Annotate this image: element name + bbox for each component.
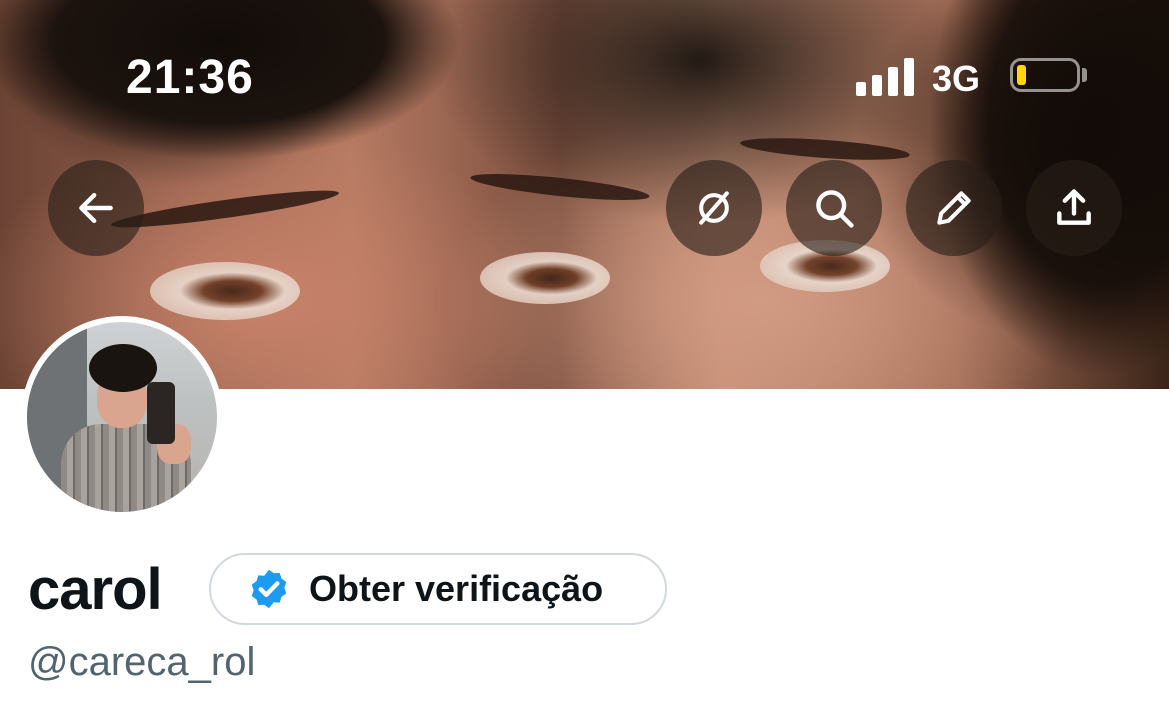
battery-icon (1010, 58, 1080, 92)
search-button[interactable] (786, 160, 882, 256)
search-icon (816, 190, 854, 228)
banner-eye-center (480, 252, 610, 304)
share-icon (1057, 189, 1091, 225)
username-handle: @careca_rol (28, 640, 256, 684)
profile-avatar[interactable] (21, 316, 223, 518)
cellular-signal-icon (856, 58, 916, 96)
back-arrow-icon (79, 192, 113, 224)
banner-eye-left (150, 262, 300, 320)
get-verified-label: Obter verificação (309, 568, 604, 609)
banner-brow-left (109, 184, 341, 234)
share-button[interactable] (1026, 160, 1122, 256)
banner-brow-center (469, 168, 651, 206)
verified-badge-icon (251, 569, 287, 609)
edit-button[interactable] (906, 160, 1002, 256)
grok-icon (699, 191, 729, 225)
battery-cap (1082, 68, 1087, 82)
status-time: 21:36 (126, 51, 254, 104)
get-verified-button[interactable]: Obter verificação (209, 553, 667, 625)
avatar-photo (27, 322, 217, 512)
profile-screen: 21:36 3G carol Obter verificação @careca… (0, 0, 1169, 717)
battery-level (1017, 65, 1026, 85)
pencil-icon (937, 191, 971, 225)
network-type: 3G (932, 58, 981, 99)
display-name: carol (28, 557, 163, 622)
grok-button[interactable] (666, 160, 762, 256)
back-button[interactable] (48, 160, 144, 256)
